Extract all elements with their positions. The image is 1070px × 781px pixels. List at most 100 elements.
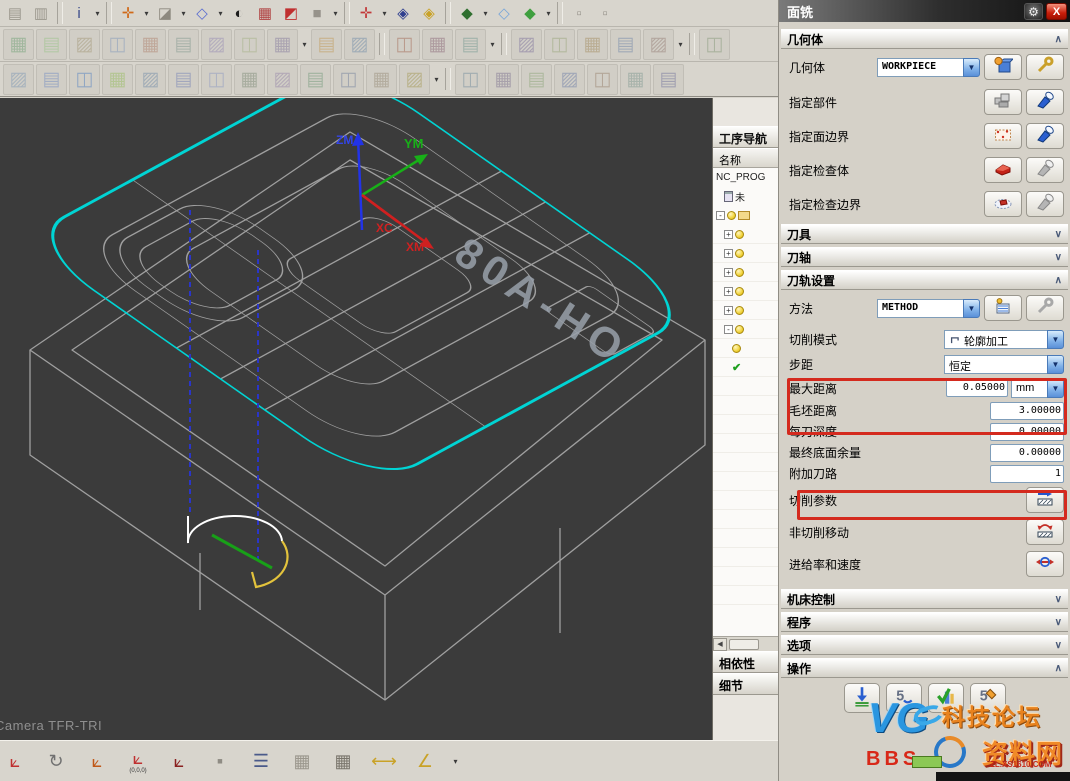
dropdown-arrow-icon[interactable]: ▾ bbox=[179, 9, 188, 18]
shaded-display-icon[interactable]: ◐ bbox=[227, 2, 251, 24]
dropdown-arrow-icon[interactable]: ▾ bbox=[331, 9, 340, 18]
expand-icon[interactable]: + bbox=[724, 287, 733, 296]
wrench-yellow-button[interactable] bbox=[1026, 54, 1064, 80]
max-distance-row-value[interactable]: 0.05000 bbox=[946, 379, 1008, 397]
tb3-09[interactable]: ▨ bbox=[267, 64, 298, 95]
csys-orient-icon[interactable]: ✛ bbox=[354, 2, 378, 24]
expand-icon[interactable]: + bbox=[724, 230, 733, 239]
wcs-rotate-icon[interactable]: ↻ bbox=[41, 746, 71, 776]
expand-chevron-icon[interactable]: ∨ bbox=[1055, 229, 1062, 240]
tb2-12[interactable]: ◫ bbox=[389, 29, 420, 60]
save-gray-icon[interactable]: ▥ bbox=[29, 2, 53, 24]
section-program[interactable]: 程序∨ bbox=[781, 612, 1068, 632]
collapse-icon[interactable]: - bbox=[724, 325, 733, 334]
graphics-viewport[interactable]: YM ZM XC XM 80A-HO Camera TFR-TRI bbox=[0, 98, 712, 740]
wcs-save-icon[interactable]: ⟀ bbox=[164, 746, 194, 776]
chevron-down-icon[interactable]: ▼ bbox=[963, 58, 980, 77]
additional-passes-row-value[interactable]: 1 bbox=[990, 465, 1064, 483]
dropdown-arrow-icon[interactable]: ▾ bbox=[451, 757, 460, 766]
info-notebook-icon[interactable]: i bbox=[67, 2, 91, 24]
section-machine-control[interactable]: 机床控制∨ bbox=[781, 589, 1068, 609]
section-path-settings[interactable]: 刀轨设置∧ bbox=[781, 270, 1068, 290]
wcs-dynamics-icon[interactable]: ⟀ bbox=[82, 746, 112, 776]
cut-pattern-row-dropdown[interactable]: 轮廓加工▼ bbox=[944, 330, 1064, 349]
dropdown-arrow-icon[interactable]: ▾ bbox=[142, 9, 151, 18]
dropdown-arrow-icon[interactable]: ▾ bbox=[488, 40, 497, 49]
tb2-01[interactable]: ▦ bbox=[3, 29, 34, 60]
flashlight-blue-button[interactable] bbox=[1026, 89, 1064, 115]
tb2-18[interactable]: ▤ bbox=[610, 29, 641, 60]
chevron-down-icon[interactable]: ▼ bbox=[1047, 379, 1064, 398]
open-gray-icon[interactable]: ▤ bbox=[3, 2, 27, 24]
tb2-17[interactable]: ▦ bbox=[577, 29, 608, 60]
part-gray-button[interactable] bbox=[984, 89, 1022, 115]
tb3-20[interactable]: ▤ bbox=[653, 64, 684, 95]
navigator-hscrollbar[interactable]: ◀ bbox=[713, 636, 778, 651]
geometry-row-dropdown[interactable]: WORKPIECE▼ bbox=[877, 58, 980, 77]
dropdown-arrow-icon[interactable]: ▾ bbox=[676, 40, 685, 49]
tb2-07[interactable]: ▨ bbox=[201, 29, 232, 60]
tb2-19[interactable]: ▨ bbox=[643, 29, 674, 60]
tb3-06[interactable]: ▤ bbox=[168, 64, 199, 95]
close-icon[interactable]: X bbox=[1046, 3, 1067, 20]
dropdown-arrow-icon[interactable]: ▾ bbox=[380, 9, 389, 18]
tb2-11[interactable]: ▨ bbox=[344, 29, 375, 60]
section-geometry[interactable]: 几何体∧ bbox=[781, 29, 1068, 49]
measure-distance-icon[interactable]: ⟷ bbox=[369, 746, 399, 776]
measure-angle-icon[interactable]: ∠ bbox=[410, 746, 440, 776]
tb2-05[interactable]: ▦ bbox=[135, 29, 166, 60]
blank-distance-row-value[interactable]: 3.00000 bbox=[990, 402, 1064, 420]
tb2-13[interactable]: ▦ bbox=[422, 29, 453, 60]
tb3-11[interactable]: ◫ bbox=[333, 64, 364, 95]
wireframe-display-icon[interactable]: ◇ bbox=[190, 2, 214, 24]
tb3-10[interactable]: ▤ bbox=[300, 64, 331, 95]
collapse-chevron-icon[interactable]: ∧ bbox=[1055, 663, 1062, 674]
layer-visible-icon[interactable]: ▦ bbox=[287, 746, 317, 776]
tb2-14[interactable]: ▤ bbox=[455, 29, 486, 60]
layer-category-icon[interactable]: ▦ bbox=[328, 746, 358, 776]
tb3-02[interactable]: ▤ bbox=[36, 64, 67, 95]
cut-params-button[interactable] bbox=[1026, 487, 1064, 513]
scroll-thumb[interactable] bbox=[729, 639, 759, 650]
tree-row[interactable]: - bbox=[713, 320, 778, 339]
tb2-16[interactable]: ◫ bbox=[544, 29, 575, 60]
collapse-chevron-icon[interactable]: ∧ bbox=[1055, 34, 1062, 45]
dropdown-arrow-icon[interactable]: ▾ bbox=[432, 75, 441, 84]
tb3-08[interactable]: ▦ bbox=[234, 64, 265, 95]
tb3-15[interactable]: ▦ bbox=[488, 64, 519, 95]
tree-row[interactable]: + bbox=[713, 263, 778, 282]
tb3-07[interactable]: ◫ bbox=[201, 64, 232, 95]
flashlight-gray-button[interactable] bbox=[1026, 191, 1064, 217]
geometry-new-button[interactable] bbox=[984, 54, 1022, 80]
list-button[interactable]: 5 bbox=[970, 683, 1006, 713]
wrench-gray-button[interactable] bbox=[1026, 295, 1064, 321]
tree-row[interactable]: NC_PROG bbox=[713, 168, 778, 187]
dropdown-arrow-icon[interactable]: ▾ bbox=[216, 9, 225, 18]
tree-row[interactable]: ✔ bbox=[713, 358, 778, 377]
section-tool-axis[interactable]: 刀轴∨ bbox=[781, 247, 1068, 267]
tb2-09[interactable]: ▦ bbox=[267, 29, 298, 60]
section-options[interactable]: 选项∨ bbox=[781, 635, 1068, 655]
method-row-dropdown[interactable]: METHOD▼ bbox=[877, 299, 980, 318]
verify-button[interactable] bbox=[928, 683, 964, 713]
final-floor-stock-row-value[interactable]: 0.00000 bbox=[990, 444, 1064, 462]
depth-per-cut-row-value[interactable]: 0.00000 bbox=[990, 423, 1064, 441]
dropdown-arrow-icon[interactable]: ▾ bbox=[93, 9, 102, 18]
facet-body-wire-icon[interactable]: ▦ bbox=[253, 2, 277, 24]
tree-row[interactable]: + bbox=[713, 225, 778, 244]
snap-point-gold-icon[interactable]: ◈ bbox=[417, 2, 441, 24]
expand-chevron-icon[interactable]: ∨ bbox=[1055, 617, 1062, 628]
tb2-04[interactable]: ◫ bbox=[102, 29, 133, 60]
tree-row[interactable]: - bbox=[713, 206, 778, 225]
tb3-05[interactable]: ▨ bbox=[135, 64, 166, 95]
tb2-03[interactable]: ▨ bbox=[69, 29, 100, 60]
section-actions[interactable]: 操作∧ bbox=[781, 658, 1068, 678]
dialog-titlebar[interactable]: 面铣 ⚙ X bbox=[779, 0, 1070, 22]
expand-chevron-icon[interactable]: ∨ bbox=[1055, 640, 1062, 651]
csys-part-icon[interactable]: ⟀ bbox=[0, 746, 30, 776]
replay-button[interactable]: 5 bbox=[886, 683, 922, 713]
tab-details[interactable]: 细节 bbox=[713, 673, 778, 695]
tree-row[interactable] bbox=[713, 339, 778, 358]
tb3-13[interactable]: ▨ bbox=[399, 64, 430, 95]
operation-tree[interactable]: NC_PROG未-+++++-✔ bbox=[713, 168, 778, 636]
